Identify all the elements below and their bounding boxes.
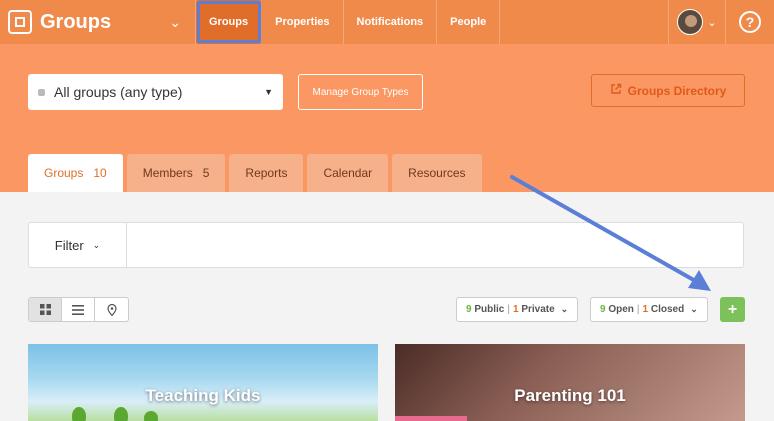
private-count: 1 [512, 304, 519, 315]
top-nav: Groups ⌄ Groups Properties Notifications… [0, 0, 774, 44]
public-count: 9 [466, 304, 472, 315]
list-icon [72, 304, 84, 315]
avatar [677, 9, 704, 35]
group-color-dot [38, 88, 45, 96]
app-name: Groups [40, 10, 112, 33]
tab-count: 5 [202, 166, 210, 180]
group-card[interactable]: Teaching Kids [28, 344, 378, 421]
decorative-tree [144, 411, 158, 421]
closed-count: 1 [642, 304, 649, 315]
filter-label: Filter [54, 237, 84, 253]
map-pin-icon [106, 303, 117, 316]
group-type-tag [395, 416, 467, 421]
nav-groups[interactable]: Groups [196, 0, 263, 44]
external-link-icon [610, 83, 622, 98]
closed-label: Closed [650, 304, 685, 315]
groups-directory-button[interactable]: Groups Directory [591, 74, 745, 107]
chevron-down-icon: ⌄ [169, 14, 181, 30]
groups-logo-icon [8, 10, 32, 34]
group-card[interactable]: Parenting 101 [395, 344, 745, 421]
separator: | [507, 304, 510, 315]
private-label: Private [521, 304, 555, 315]
nav-people[interactable]: People [437, 0, 501, 44]
open-count: 9 [600, 304, 606, 315]
tab-label: Resources [408, 166, 466, 180]
filter-bar: Filter ⌄ [28, 222, 744, 268]
help-icon: ? [739, 11, 761, 33]
tab-label: Reports [245, 166, 288, 180]
open-label: Open [608, 304, 634, 315]
section-tabs: Groups 10 Members 5 Reports Calendar Res… [28, 154, 486, 192]
decorative-tree [114, 407, 128, 421]
chevron-down-icon: ⌄ [560, 304, 569, 314]
map-view-button[interactable] [95, 298, 128, 321]
nav-properties[interactable]: Properties [262, 0, 344, 44]
grid-view-button[interactable] [29, 298, 62, 321]
group-type-select[interactable]: All groups (any type) ▼ [28, 74, 283, 110]
main-content: Filter ⌄ 9 Public | 1 Private ⌄ 9 Open |… [0, 192, 774, 421]
decorative-tree [72, 407, 86, 421]
user-menu[interactable]: ⌄ [668, 0, 726, 44]
tab-calendar[interactable]: Calendar [307, 154, 389, 192]
status-filter-dropdown[interactable]: 9 Open | 1 Closed ⌄ [590, 297, 708, 322]
nav-notifications[interactable]: Notifications [344, 0, 438, 44]
tab-label: Members [142, 166, 193, 180]
filter-dropdown[interactable]: Filter ⌄ [29, 223, 127, 267]
tab-label: Groups [44, 166, 84, 180]
add-group-button[interactable]: + [720, 297, 745, 322]
tab-label: Calendar [323, 166, 373, 180]
header-band: All groups (any type) ▼ Manage Group Typ… [0, 44, 774, 192]
manage-group-types-button[interactable]: Manage Group Types [298, 74, 423, 110]
group-select-value: All groups (any type) [54, 84, 183, 100]
group-card-title: Parenting 101 [514, 386, 626, 405]
groups-directory-label: Groups Directory [627, 83, 727, 98]
tab-members[interactable]: Members 5 [126, 154, 226, 192]
tab-resources[interactable]: Resources [392, 154, 482, 192]
separator: | [636, 304, 640, 315]
list-view-button[interactable] [62, 298, 95, 321]
grid-icon [39, 304, 51, 315]
chevron-down-icon: ⌄ [92, 239, 101, 250]
help-button[interactable]: ? [726, 0, 774, 44]
visibility-filter-dropdown[interactable]: 9 Public | 1 Private ⌄ [456, 297, 579, 322]
app-switcher[interactable]: Groups ⌄ [0, 0, 196, 44]
public-label: Public [474, 304, 505, 315]
group-card-title: Teaching Kids [145, 386, 261, 405]
view-switcher [28, 297, 129, 322]
caret-down-icon: ▼ [264, 87, 273, 97]
chevron-down-icon: ⌄ [707, 16, 717, 29]
chevron-down-icon: ⌄ [690, 304, 698, 314]
tab-count: 10 [93, 166, 107, 180]
tab-groups[interactable]: Groups 10 [28, 154, 123, 192]
tab-reports[interactable]: Reports [229, 154, 304, 192]
